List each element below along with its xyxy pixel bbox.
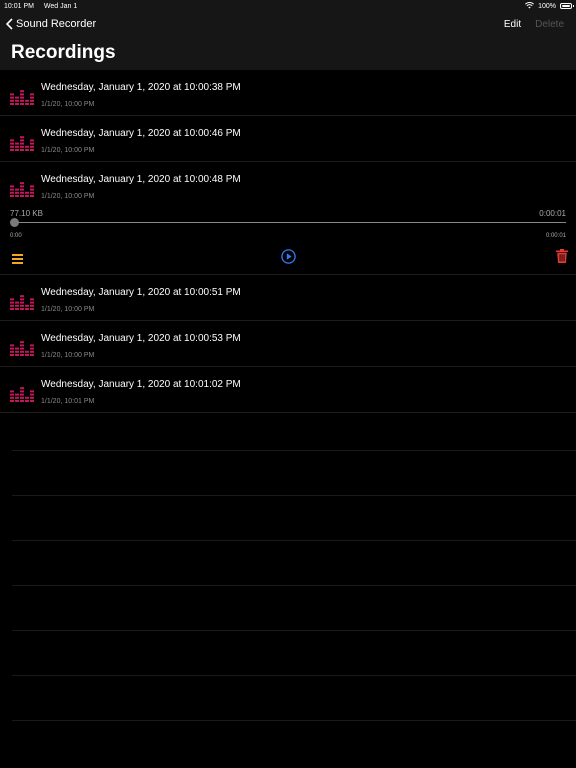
recording-title: Wednesday, January 1, 2020 at 10:00:46 P…	[41, 128, 241, 139]
battery-icon	[560, 3, 574, 9]
divider	[12, 675, 576, 676]
audio-level-icon	[10, 341, 34, 356]
recording-title: Wednesday, January 1, 2020 at 10:00:38 P…	[41, 82, 241, 93]
list-item[interactable]: Wednesday, January 1, 2020 at 10:00:38 P…	[0, 70, 576, 116]
status-time: 10:01 PM	[4, 2, 34, 10]
recording-date: 1/1/20, 10:00 PM	[41, 306, 95, 313]
trash-icon	[556, 249, 568, 263]
progress-thumb[interactable]	[10, 218, 19, 227]
list-item[interactable]: Wednesday, January 1, 2020 at 10:00:48 P…	[0, 162, 576, 207]
audio-level-icon	[10, 182, 34, 197]
end-time: 0:00:01	[545, 233, 566, 239]
recording-title: Wednesday, January 1, 2020 at 10:00:51 P…	[41, 287, 241, 298]
battery-percent: 100%	[538, 2, 556, 10]
recording-title: Wednesday, January 1, 2020 at 10:00:53 P…	[41, 333, 241, 344]
audio-level-icon	[10, 136, 34, 151]
status-bar: 10:01 PM Wed Jan 1 100%	[0, 0, 576, 12]
divider	[12, 495, 576, 496]
recordings-list: Wednesday, January 1, 2020 at 10:00:38 P…	[0, 70, 576, 413]
recording-date: 1/1/20, 10:00 PM	[41, 147, 95, 154]
recording-date: 1/1/20, 10:00 PM	[41, 193, 95, 200]
audio-level-icon	[10, 295, 34, 310]
chevron-left-icon	[6, 18, 13, 30]
list-item[interactable]: Wednesday, January 1, 2020 at 10:00:51 P…	[0, 275, 576, 321]
divider	[12, 450, 576, 451]
list-menu-icon	[12, 254, 23, 264]
play-button[interactable]	[281, 249, 296, 269]
back-button[interactable]: Sound Recorder	[6, 18, 96, 30]
list-item[interactable]: Wednesday, January 1, 2020 at 10:00:53 P…	[0, 321, 576, 367]
edit-button[interactable]: Edit	[504, 19, 521, 30]
file-size: 77.10 KB	[10, 209, 43, 218]
page-title: Recordings	[11, 42, 116, 63]
divider	[12, 585, 576, 586]
recording-date: 1/1/20, 10:00 PM	[41, 101, 95, 108]
recording-date: 1/1/20, 10:01 PM	[41, 398, 95, 405]
divider	[12, 630, 576, 631]
wifi-icon	[525, 1, 535, 11]
divider	[12, 720, 576, 721]
list-item[interactable]: Wednesday, January 1, 2020 at 10:01:02 P…	[0, 367, 576, 413]
list-item[interactable]: Wednesday, January 1, 2020 at 10:00:46 P…	[0, 116, 576, 162]
audio-player: 77.10 KB 0:00:01 0:00 0:00:01	[0, 207, 576, 275]
delete-button[interactable]: Delete	[535, 19, 564, 30]
recording-title: Wednesday, January 1, 2020 at 10:00:48 P…	[41, 174, 241, 185]
navigation-bar: Sound Recorder Edit Delete Recordings	[0, 12, 576, 70]
audio-level-icon	[10, 387, 34, 402]
divider	[12, 540, 576, 541]
play-icon	[281, 249, 296, 264]
recording-date: 1/1/20, 10:00 PM	[41, 352, 95, 359]
delete-recording-button[interactable]	[556, 249, 568, 268]
audio-level-icon	[10, 90, 34, 105]
total-duration: 0:00:01	[539, 209, 566, 218]
recording-title: Wednesday, January 1, 2020 at 10:01:02 P…	[41, 379, 241, 390]
elapsed-time: 0:00	[10, 233, 22, 239]
menu-button[interactable]	[12, 251, 23, 269]
status-date: Wed Jan 1	[43, 2, 78, 10]
progress-track[interactable]	[14, 222, 566, 223]
back-label: Sound Recorder	[16, 18, 97, 30]
